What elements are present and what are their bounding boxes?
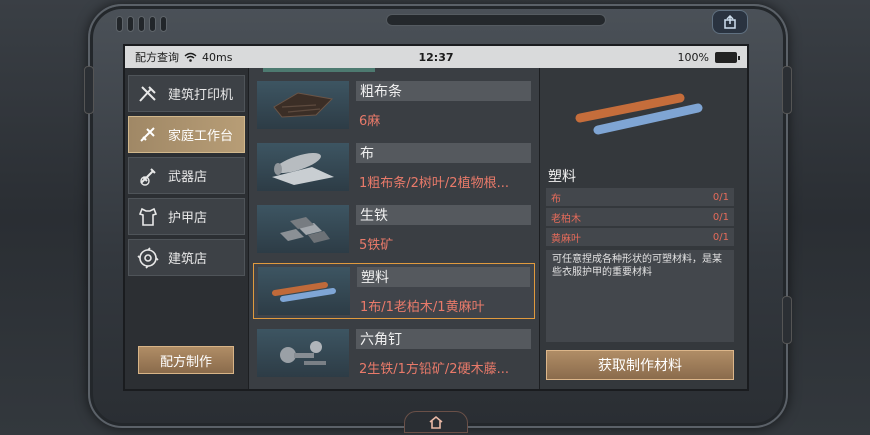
weapon-icon [136,164,160,188]
hex-bolts-icon [257,329,349,377]
carrier-label: 配方查询 [135,51,179,64]
item-requirement: 1布/1老柏木/1黄麻叶 [360,300,485,315]
nav-item-weapon-shop[interactable]: 武器店 [128,157,245,194]
material-name: 老柏木 [551,213,581,225]
item-name: 生铁 [356,205,531,225]
nav-item-label: 家庭工作台 [168,129,234,144]
craft-item-list[interactable]: 粗布条 6麻 布 1粗布条/2树叶/2植物根... 生铁 5铁矿 塑料 1布/1… [248,68,540,389]
speaker-vent [116,16,167,32]
material-row: 黄麻叶 0/1 [546,228,734,246]
workbench-icon [136,123,160,147]
battery-percent: 100% [677,50,709,64]
category-sidebar: 建筑打印机 家庭工作台 武器店 护甲店 建筑店 配方制作 [125,68,248,389]
material-row: 老柏木 0/1 [546,208,734,226]
nav-item-building-printer[interactable]: 建筑打印机 [128,75,245,112]
material-count: 0/1 [712,211,729,223]
recipe-craft-button[interactable]: 配方制作 [138,346,234,374]
material-count: 0/1 [712,231,729,243]
item-name: 六角钉 [356,329,531,349]
nav-item-building-shop[interactable]: 建筑店 [128,239,245,276]
item-requirement: 1粗布条/2树叶/2植物根... [359,176,509,191]
list-item[interactable]: 粗布条 6麻 [253,77,535,133]
saw-blade-icon [136,246,160,270]
nav-item-label: 建筑店 [168,252,208,267]
cloth-roll-icon [257,143,349,191]
material-name: 布 [551,193,561,205]
material-name: 黄麻叶 [551,233,581,245]
right-side-knob [782,66,792,114]
item-name: 布 [356,143,531,163]
list-scroll-indicator [263,68,375,72]
material-row: 布 0/1 [546,188,734,206]
iron-ingot-icon [257,205,349,253]
left-side-knob [84,66,94,114]
item-requirement: 2生铁/1方铅矿/2硬木藤... [359,362,509,377]
item-requirement: 6麻 [359,114,381,129]
detail-title: 塑料 [548,169,576,185]
tablet-screen: 配方查询 40ms 12:37 100% 建筑打印机 家庭工作台 武器店 护甲店… [123,44,749,391]
right-side-knob-lower [782,296,792,344]
status-bar: 配方查询 40ms 12:37 100% [125,46,747,68]
list-item[interactable]: 生铁 5铁矿 [253,201,535,257]
export-button[interactable] [712,10,748,34]
wifi-icon [184,52,197,62]
home-button[interactable] [404,411,468,433]
nav-item-home-workbench[interactable]: 家庭工作台 [128,116,245,153]
list-item[interactable]: 布 1粗布条/2树叶/2植物根... [253,139,535,195]
item-name: 塑料 [357,267,530,287]
nav-item-label: 建筑打印机 [168,88,234,103]
nav-item-label: 护甲店 [168,211,208,226]
list-item-selected[interactable]: 塑料 1布/1老柏木/1黄麻叶 [253,263,535,319]
armor-icon [136,205,160,229]
material-count: 0/1 [712,191,729,203]
plastic-tubes-icon [258,267,350,315]
list-item[interactable]: 六角钉 2生铁/1方铅矿/2硬木藤... [253,325,535,381]
get-materials-button[interactable]: 获取制作材料 [546,350,734,380]
item-name: 粗布条 [356,81,531,101]
export-icon [724,15,736,29]
printer-tools-icon [136,82,160,106]
item-detail-panel: 塑料 布 0/1 老柏木 0/1 黄麻叶 0/1 可任意捏成各种形状的可塑材料，… [540,68,747,389]
item-requirement: 5铁矿 [359,238,394,253]
item-description: 可任意捏成各种形状的可塑材料，是某些衣服护甲的重要材料 [546,250,734,342]
plastic-tubes-icon [575,93,703,135]
signal-latency: 40ms [202,50,233,64]
battery-icon [715,51,740,63]
material-list: 布 0/1 老柏木 0/1 黄麻叶 0/1 [546,188,734,248]
nav-item-armor-shop[interactable]: 护甲店 [128,198,245,235]
cloth-strip-icon [257,81,349,129]
nav-item-label: 武器店 [168,170,208,185]
top-slot [386,14,606,26]
home-icon [429,415,443,429]
